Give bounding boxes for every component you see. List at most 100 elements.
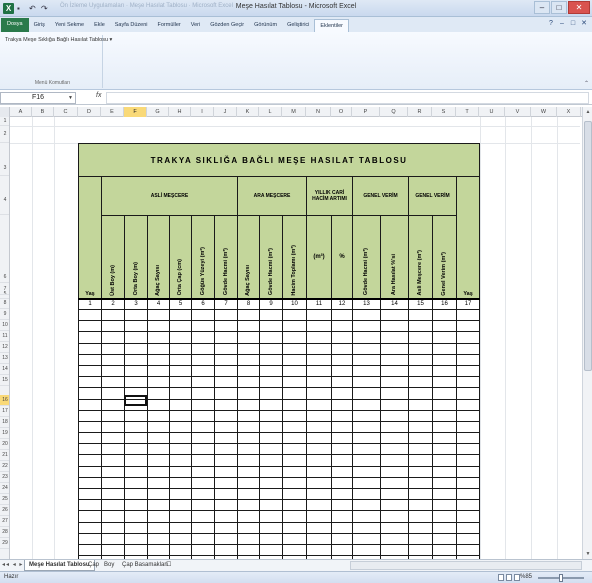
table-cell[interactable] xyxy=(432,387,457,400)
table-cell[interactable] xyxy=(352,532,381,545)
table-cell[interactable] xyxy=(78,387,102,400)
table-cell[interactable] xyxy=(331,454,353,467)
table-cell[interactable] xyxy=(408,499,433,512)
table-cell[interactable] xyxy=(191,331,215,344)
row-header[interactable]: 28 xyxy=(0,527,9,538)
table-cell[interactable] xyxy=(455,331,481,344)
table-cell[interactable] xyxy=(169,510,192,523)
table-cell[interactable] xyxy=(352,499,381,512)
table-cell[interactable] xyxy=(191,364,215,378)
table-cell[interactable] xyxy=(282,409,307,422)
table-cell[interactable] xyxy=(331,320,353,333)
table-cell[interactable] xyxy=(237,387,260,400)
col-header-i[interactable]: I xyxy=(191,107,214,117)
row-header[interactable]: 25 xyxy=(0,494,9,505)
table-cell[interactable] xyxy=(78,420,102,434)
table-cell[interactable] xyxy=(380,465,409,478)
table-cell[interactable] xyxy=(214,432,238,445)
table-cell[interactable] xyxy=(191,398,215,411)
table-cell[interactable] xyxy=(352,521,381,534)
collapse-ribbon-icon[interactable]: ⌃ xyxy=(584,80,589,87)
tab-eklentiler[interactable]: Eklentiler xyxy=(314,19,350,32)
table-cell[interactable] xyxy=(169,465,192,478)
table-cell[interactable] xyxy=(214,476,238,490)
table-cell[interactable] xyxy=(352,409,381,422)
col-ara-govde-hacmi[interactable]: Gövde Hacmi (m³) xyxy=(259,215,283,299)
table-cell[interactable] xyxy=(237,398,260,411)
table-cell[interactable] xyxy=(455,532,481,545)
table-cell[interactable] xyxy=(147,320,170,333)
table-cell[interactable] xyxy=(101,499,125,512)
table-cell[interactable] xyxy=(380,364,409,378)
table-cell[interactable] xyxy=(331,308,353,322)
table-cell[interactable] xyxy=(432,510,457,523)
table-cell[interactable] xyxy=(191,510,215,523)
table-cell[interactable] xyxy=(352,320,381,333)
table-cell[interactable] xyxy=(101,487,125,501)
table-cell[interactable] xyxy=(408,308,433,322)
col-genel-verim[interactable]: Genel Verim (m³) xyxy=(432,215,457,299)
col-ara-hasilat-yuzde[interactable]: Ara Hasılat %'si xyxy=(380,215,409,299)
table-cell[interactable] xyxy=(124,308,148,322)
table-cell[interactable] xyxy=(380,432,409,445)
col-artim-percent[interactable]: % xyxy=(331,215,353,299)
table-cell[interactable] xyxy=(191,487,215,501)
table-cell[interactable] xyxy=(124,420,148,434)
scroll-down-icon[interactable]: ▼ xyxy=(583,549,592,559)
table-cell[interactable] xyxy=(237,543,260,557)
table-cell[interactable] xyxy=(124,364,148,378)
table-cell[interactable] xyxy=(169,308,192,322)
tab-veri[interactable]: Veri xyxy=(186,19,205,32)
table-cell[interactable] xyxy=(259,454,283,467)
table-cell[interactable] xyxy=(432,376,457,389)
scroll-thumb[interactable] xyxy=(584,121,592,371)
table-cell[interactable] xyxy=(169,487,192,501)
row-header[interactable]: 14 xyxy=(0,364,9,375)
table-cell[interactable] xyxy=(237,443,260,456)
table-cell[interactable] xyxy=(237,532,260,545)
table-cell[interactable] xyxy=(432,487,457,501)
table-cell[interactable] xyxy=(432,532,457,545)
table-cell[interactable] xyxy=(259,443,283,456)
col-number[interactable]: 3 xyxy=(124,297,148,310)
table-cell[interactable] xyxy=(214,454,238,467)
col-header-h[interactable]: H xyxy=(169,107,191,117)
table-cell[interactable] xyxy=(380,487,409,501)
table-cell[interactable] xyxy=(101,308,125,322)
table-cell[interactable] xyxy=(78,454,102,467)
table-cell[interactable] xyxy=(237,409,260,422)
table-cell[interactable] xyxy=(191,476,215,490)
table-cell[interactable] xyxy=(408,342,433,355)
table-cell[interactable] xyxy=(306,454,332,467)
table-cell[interactable] xyxy=(259,543,283,557)
table-cell[interactable] xyxy=(432,521,457,534)
table-cell[interactable] xyxy=(455,465,481,478)
table-cell[interactable] xyxy=(380,342,409,355)
table-cell[interactable] xyxy=(259,532,283,545)
table-cell[interactable] xyxy=(282,510,307,523)
table-cell[interactable] xyxy=(432,543,457,557)
table-cell[interactable] xyxy=(408,487,433,501)
table-cell[interactable] xyxy=(237,342,260,355)
doc-close-icon[interactable]: ✕ xyxy=(580,19,588,29)
table-cell[interactable] xyxy=(331,432,353,445)
col-hacim-toplami[interactable]: Hacim Toplamı (m³) xyxy=(282,215,307,299)
table-cell[interactable] xyxy=(408,510,433,523)
table-cell[interactable] xyxy=(214,320,238,333)
horizontal-scrollbar[interactable] xyxy=(350,561,582,570)
table-cell[interactable] xyxy=(169,387,192,400)
table-cell[interactable] xyxy=(124,532,148,545)
row-header[interactable]: 24 xyxy=(0,483,9,494)
table-cell[interactable] xyxy=(282,342,307,355)
table-cell[interactable] xyxy=(306,543,332,557)
table-cell[interactable] xyxy=(191,376,215,389)
table-cell[interactable] xyxy=(124,320,148,333)
table-cell[interactable] xyxy=(455,387,481,400)
table-cell[interactable] xyxy=(352,308,381,322)
table-cell[interactable] xyxy=(259,376,283,389)
row-header[interactable]: 11 xyxy=(0,331,9,342)
table-cell[interactable] xyxy=(259,465,283,478)
row-header[interactable]: 19 xyxy=(0,428,9,439)
yillik-artim-header[interactable]: YILLIK CARİ HACİM ARTIMI xyxy=(306,176,353,216)
table-cell[interactable] xyxy=(408,432,433,445)
